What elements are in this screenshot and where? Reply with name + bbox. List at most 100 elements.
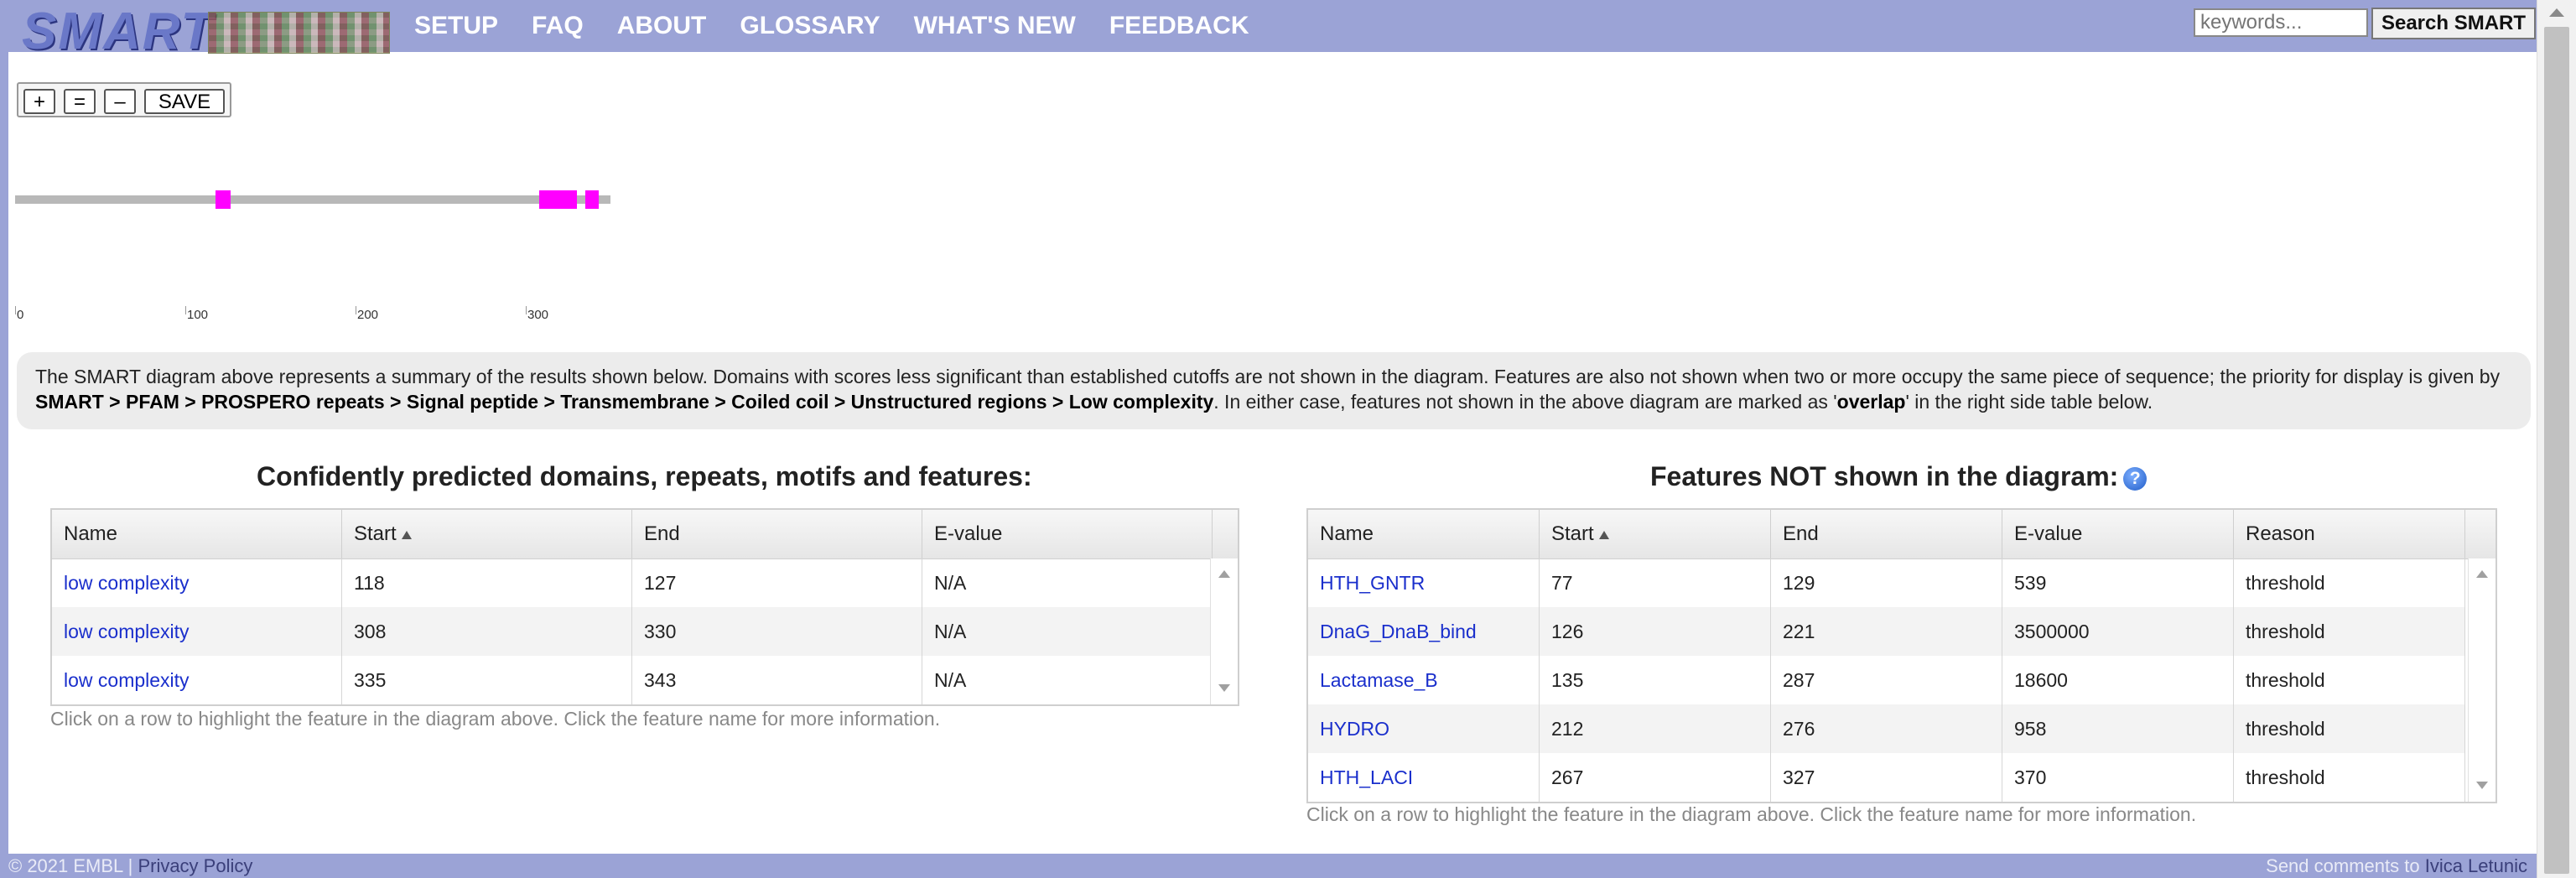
table-row[interactable]: low complexity 308 330 N/A bbox=[52, 607, 1213, 656]
col-evalue[interactable]: E-value bbox=[2002, 510, 2234, 558]
cell-evalue: 539 bbox=[2002, 558, 2234, 607]
sequence-ruler: 0 100 200 300 bbox=[15, 306, 619, 326]
domain-diagram: 0 100 200 300 bbox=[15, 126, 619, 327]
cell-end: 129 bbox=[1771, 558, 2002, 607]
table-scrollbar[interactable] bbox=[2468, 558, 2496, 802]
cell-start: 135 bbox=[1540, 656, 1771, 704]
feature-link[interactable]: low complexity bbox=[64, 669, 190, 691]
logo-text: SMART bbox=[22, 3, 215, 60]
ruler-tick-label: 0 bbox=[17, 308, 24, 322]
nav-feedback[interactable]: FEEDBACK bbox=[1109, 12, 1249, 40]
cell-end: 221 bbox=[1771, 607, 2002, 656]
comments-text: Send comments to bbox=[2266, 855, 2420, 876]
col-start-label: Start bbox=[354, 522, 397, 545]
cell-evalue: 18600 bbox=[2002, 656, 2234, 704]
ruler-tick-label: 100 bbox=[187, 308, 209, 322]
cell-start: 126 bbox=[1540, 607, 1771, 656]
feature-link[interactable]: low complexity bbox=[64, 621, 190, 642]
sort-asc-icon bbox=[1598, 530, 1609, 539]
page-scrollbar[interactable] bbox=[2537, 0, 2576, 878]
feature-link[interactable]: DnaG_DnaB_bind bbox=[1320, 621, 1477, 642]
info-text-1: The SMART diagram above represents a sum… bbox=[35, 366, 2501, 387]
confident-features-title: Confidently predicted domains, repeats, … bbox=[257, 461, 1032, 491]
scrollbar-thumb[interactable] bbox=[2544, 27, 2569, 874]
scroll-up-icon[interactable] bbox=[1218, 570, 1230, 578]
zoom-out-button[interactable]: – bbox=[104, 89, 136, 114]
feature-link[interactable]: HTH_LACI bbox=[1320, 766, 1413, 788]
cell-reason: threshold bbox=[2234, 656, 2465, 704]
cell-evalue: 958 bbox=[2002, 704, 2234, 753]
nav-setup[interactable]: SETUP bbox=[414, 12, 498, 40]
zoom-in-button[interactable]: + bbox=[23, 89, 55, 114]
diagram-info-box: The SMART diagram above represents a sum… bbox=[17, 352, 2531, 429]
cell-reason: threshold bbox=[2234, 704, 2465, 753]
ruler-tick bbox=[15, 306, 16, 314]
low-complexity-region-3[interactable] bbox=[585, 190, 599, 209]
col-name[interactable]: Name bbox=[52, 510, 342, 558]
help-icon[interactable]: ? bbox=[2123, 466, 2148, 491]
table-row[interactable]: low complexity 335 343 N/A bbox=[52, 656, 1213, 704]
cell-start: 118 bbox=[342, 558, 632, 607]
ruler-tick-label: 200 bbox=[357, 308, 379, 322]
cell-evalue: 3500000 bbox=[2002, 607, 2234, 656]
cell-reason: threshold bbox=[2234, 558, 2465, 607]
table-header: Name Start End E-value Reason bbox=[1308, 510, 2496, 559]
low-complexity-region-2[interactable] bbox=[539, 190, 577, 209]
nav-glossary[interactable]: GLOSSARY bbox=[740, 12, 880, 40]
save-button[interactable]: SAVE bbox=[144, 89, 225, 114]
col-reason[interactable]: Reason bbox=[2234, 510, 2465, 558]
feature-link[interactable]: Lactamase_B bbox=[1320, 669, 1438, 691]
feature-link[interactable]: HYDRO bbox=[1320, 718, 1389, 740]
cell-evalue: N/A bbox=[922, 558, 1213, 607]
table-row[interactable]: DnaG_DnaB_bind 126 221 3500000 threshold bbox=[1308, 607, 2465, 656]
col-evalue[interactable]: E-value bbox=[922, 510, 1213, 558]
scroll-down-icon[interactable] bbox=[2476, 782, 2488, 789]
footer-right: Send comments to Ivica Letunic bbox=[2266, 855, 2527, 877]
not-shown-title-text: Features NOT shown in the diagram: bbox=[1650, 461, 2119, 491]
info-priority: SMART > PFAM > PROSPERO repeats > Signal… bbox=[35, 391, 1214, 413]
table-row[interactable]: HTH_LACI 267 327 370 threshold bbox=[1308, 753, 2465, 802]
privacy-policy-link[interactable]: Privacy Policy bbox=[138, 855, 252, 876]
right-table-hint: Click on a row to highlight the feature … bbox=[1306, 803, 2197, 825]
page-frame-left bbox=[0, 0, 8, 878]
table-row[interactable]: Lactamase_B 135 287 18600 threshold bbox=[1308, 656, 2465, 704]
table-row[interactable]: low complexity 118 127 N/A bbox=[52, 558, 1213, 607]
col-start[interactable]: Start bbox=[342, 510, 632, 558]
scroll-down-icon[interactable] bbox=[1218, 684, 1230, 692]
col-start[interactable]: Start bbox=[1540, 510, 1771, 558]
table-scrollbar[interactable] bbox=[1210, 558, 1238, 704]
not-shown-features-table: Name Start End E-value Reason HTH_GNTR 7… bbox=[1306, 508, 2497, 803]
cell-reason: threshold bbox=[2234, 753, 2465, 802]
ruler-tick bbox=[526, 306, 527, 314]
feature-link[interactable]: HTH_GNTR bbox=[1320, 572, 1425, 594]
cell-start: 308 bbox=[342, 607, 632, 656]
cell-evalue: N/A bbox=[922, 656, 1213, 704]
nav-faq[interactable]: FAQ bbox=[532, 12, 584, 40]
smart-logo[interactable]: SMART bbox=[15, 3, 390, 60]
feature-link[interactable]: low complexity bbox=[64, 572, 190, 594]
sort-asc-icon bbox=[401, 530, 412, 539]
cell-end: 287 bbox=[1771, 656, 2002, 704]
info-text-2: . In either case, features not shown in … bbox=[1213, 391, 1837, 413]
nav-whats-new[interactable]: WHAT'S NEW bbox=[914, 12, 1076, 40]
search-button[interactable]: Search SMART bbox=[2371, 8, 2536, 39]
confident-features-table: Name Start End E-value low complexity 11… bbox=[50, 508, 1239, 706]
nav-about[interactable]: ABOUT bbox=[617, 12, 707, 40]
left-table-hint: Click on a row to highlight the feature … bbox=[50, 708, 941, 730]
zoom-reset-button[interactable]: = bbox=[64, 89, 96, 114]
cell-end: 343 bbox=[632, 656, 922, 704]
low-complexity-region-1[interactable] bbox=[216, 190, 231, 209]
header-bar: SMART SETUP FAQ ABOUT GLOSSARY WHAT'S NE… bbox=[0, 0, 2537, 60]
author-link[interactable]: Ivica Letunic bbox=[2425, 855, 2527, 876]
col-end[interactable]: End bbox=[1771, 510, 2002, 558]
table-row[interactable]: HYDRO 212 276 958 threshold bbox=[1308, 704, 2465, 753]
cell-end: 330 bbox=[632, 607, 922, 656]
col-name[interactable]: Name bbox=[1308, 510, 1540, 558]
scroll-up-icon[interactable] bbox=[2549, 8, 2564, 17]
scroll-up-icon[interactable] bbox=[2476, 570, 2488, 578]
table-row[interactable]: HTH_GNTR 77 129 539 threshold bbox=[1308, 558, 2465, 607]
search-input[interactable] bbox=[2194, 8, 2368, 37]
col-end[interactable]: End bbox=[632, 510, 922, 558]
zoom-toolbar: + = – SAVE bbox=[17, 82, 231, 117]
footer-separator: | bbox=[127, 855, 133, 876]
